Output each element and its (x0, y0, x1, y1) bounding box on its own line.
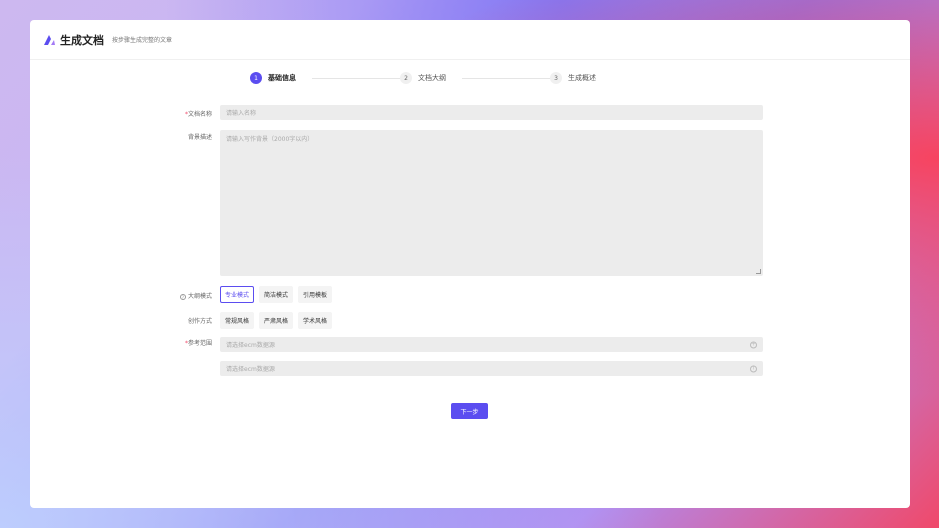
stepper: 1 基础信息 2 文档大纲 3 生成概述 (250, 72, 630, 86)
page-title: 生成文档 (60, 33, 104, 47)
background-label: 背景描述 (187, 134, 212, 141)
resize-handle[interactable] (756, 269, 761, 274)
outline-mode-options: 专业模式 简洁模式 引用模板 (220, 286, 333, 303)
step-number: 1 (250, 72, 262, 84)
app-logo-icon (44, 34, 55, 45)
step-number: 2 (400, 72, 412, 84)
step-label: 生成概述 (568, 74, 596, 82)
help-icon[interactable]: ? (179, 293, 186, 300)
step-connector (462, 78, 550, 79)
main-card: 生成文档 按步骤生成完整的文章 1 基础信息 2 文档大纲 3 生成概述 *文档… (30, 20, 910, 508)
page-subtitle: 按步骤生成完整的文章 (112, 37, 173, 44)
info-icon[interactable]: i (750, 365, 757, 372)
next-step-button[interactable]: 下一步 (451, 403, 488, 419)
add-icon[interactable]: + (750, 341, 757, 348)
reference-select-1[interactable]: 请选择ecm数据源 + (220, 337, 763, 352)
outline-mode-label: ? 大纲模式 (179, 293, 212, 300)
option-professional-mode[interactable]: 专业模式 (220, 286, 255, 303)
step-connector (312, 78, 400, 79)
style-label: 创作方式 (187, 318, 212, 325)
step-label: 基础信息 (268, 74, 296, 82)
step-number: 3 (550, 72, 562, 84)
doc-name-label: *文档名称 (184, 111, 212, 118)
option-academic-style[interactable]: 学术风格 (298, 312, 333, 329)
style-options: 常规风格 严肃风格 学术风格 (220, 312, 333, 329)
doc-name-input[interactable]: 请输入名称 (220, 105, 763, 120)
reference-label: *参考范围 (184, 340, 212, 347)
option-reference-template[interactable]: 引用模板 (298, 286, 333, 303)
option-regular-style[interactable]: 常规风格 (220, 312, 255, 329)
step-label: 文档大纲 (418, 74, 446, 82)
option-simple-mode[interactable]: 简洁模式 (259, 286, 294, 303)
step-outline[interactable]: 2 文档大纲 (400, 72, 446, 84)
option-serious-style[interactable]: 严肃风格 (259, 312, 294, 329)
page-header: 生成文档 按步骤生成完整的文章 (30, 20, 910, 60)
step-basic-info[interactable]: 1 基础信息 (250, 72, 296, 84)
background-textarea[interactable]: 请输入写作背景（2000字以内） (220, 130, 763, 276)
reference-select-2[interactable]: 请选择ecm数据源 i (220, 361, 763, 376)
step-summary[interactable]: 3 生成概述 (550, 72, 596, 84)
